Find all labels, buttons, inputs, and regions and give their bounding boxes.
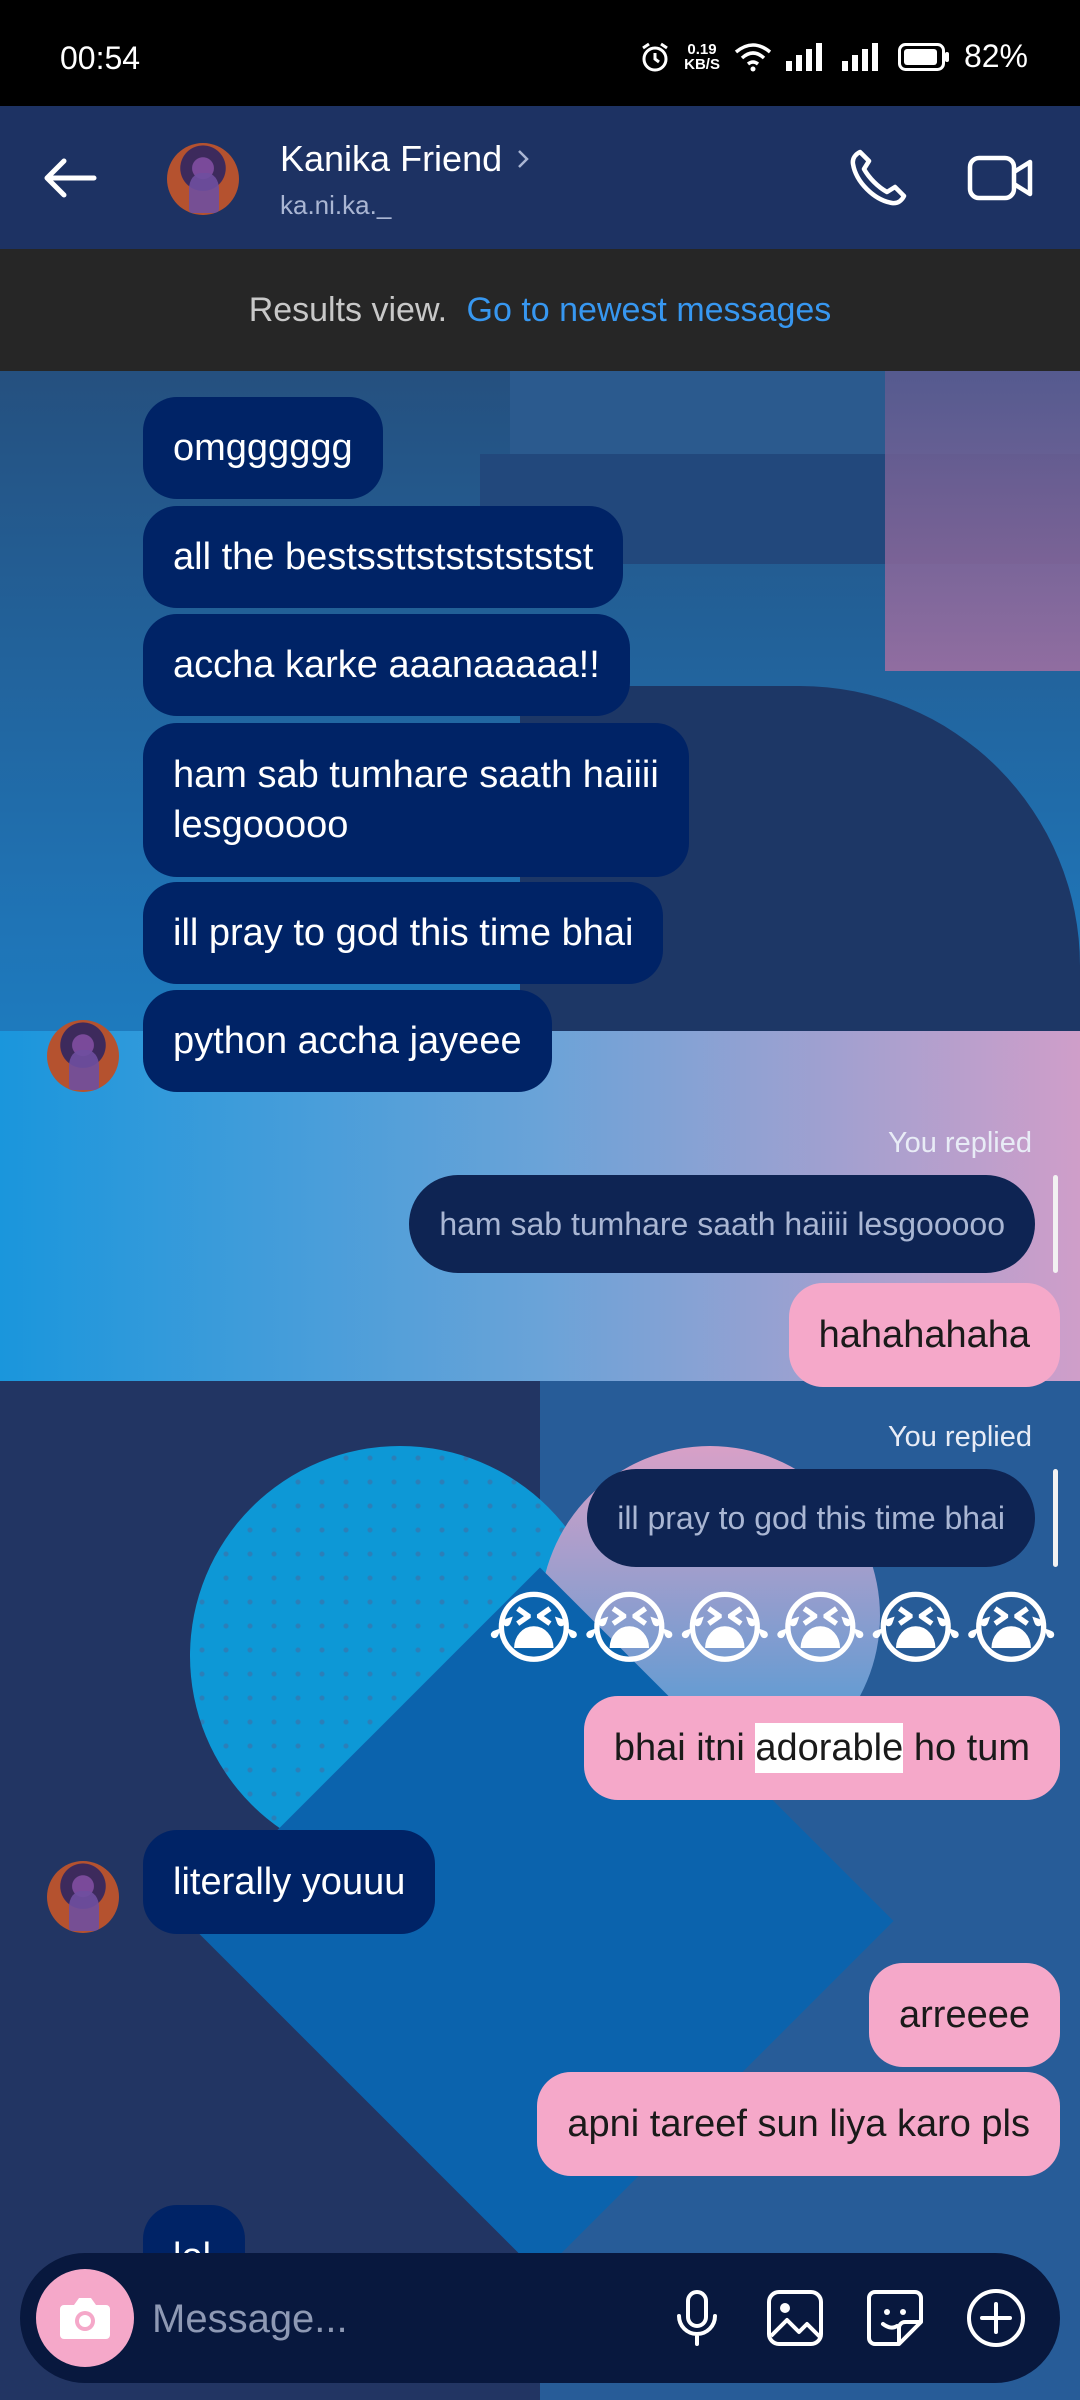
message-bubble-received[interactable]: omgggggg bbox=[143, 397, 383, 499]
message-text: python accha jayeee bbox=[173, 1020, 522, 1062]
message-text: ill pray to god this time bhai bbox=[173, 912, 634, 954]
message-text: arreeee bbox=[899, 1994, 1030, 2036]
bg-block bbox=[885, 371, 1080, 671]
message-bubble-sent[interactable]: hahahahaha bbox=[788, 1283, 1060, 1387]
message-text: literally youuu bbox=[173, 1861, 406, 1903]
message-text: omgggggg bbox=[173, 427, 353, 469]
message-text: ham sab tumhare saath haiiii bbox=[173, 754, 659, 796]
signal-icon-2 bbox=[841, 42, 878, 71]
results-view-label: Results view. bbox=[248, 291, 448, 329]
reply-indicator-bar bbox=[1053, 1175, 1058, 1273]
network-speed: 0.19 KB/S bbox=[684, 42, 720, 72]
contact-avatar[interactable] bbox=[167, 143, 239, 215]
signal-icon-1 bbox=[785, 42, 822, 71]
alarm-icon bbox=[642, 42, 668, 71]
message-text: hahahahaha bbox=[818, 1314, 1030, 1356]
camera-icon bbox=[60, 2298, 110, 2339]
you-replied-label: You replied bbox=[887, 1421, 1032, 1453]
network-speed-unit: KB/S bbox=[684, 55, 720, 73]
status-icons: 0.19 KB/S 82% bbox=[640, 38, 1028, 75]
message-input[interactable] bbox=[150, 2283, 654, 2355]
emoji-message[interactable]: 😭😭😭😭😭😭 bbox=[487, 1581, 1060, 1677]
go-to-newest-link[interactable]: Go to newest messages bbox=[467, 291, 832, 329]
you-replied-label: You replied bbox=[887, 1127, 1032, 1159]
message-text-line2: lesgooooo bbox=[173, 804, 349, 846]
highlighted-search-term: adorable bbox=[755, 1723, 904, 1773]
message-bubble-received[interactable]: ill pray to god this time bhai bbox=[143, 882, 664, 984]
battery-icon bbox=[897, 42, 949, 71]
message-composer bbox=[20, 2253, 1060, 2383]
message-bubble-sent[interactable]: apni tareef sun liya karo pls bbox=[537, 2072, 1060, 2176]
message-text: apni tareef sun liya karo pls bbox=[567, 2103, 1030, 2145]
video-call-icon[interactable] bbox=[966, 146, 1036, 210]
message-text: ho tum bbox=[903, 1727, 1030, 1769]
message-bubble-received[interactable]: all the bestssttstststststst bbox=[143, 506, 624, 608]
chevron-right-icon bbox=[518, 150, 529, 168]
battery-percent: 82% bbox=[963, 38, 1028, 74]
quoted-message[interactable]: ham sab tumhare saath haiiii lesgooooo bbox=[409, 1175, 1035, 1273]
message-bubble-sent[interactable]: arreeee bbox=[869, 1963, 1060, 2067]
chat-header: Kanika Friend ka.ni.ka._ bbox=[0, 106, 1080, 249]
message-text: bhai itni bbox=[613, 1727, 756, 1769]
quoted-message[interactable]: ill pray to god this time bhai bbox=[587, 1469, 1035, 1567]
sticker-icon[interactable] bbox=[863, 2286, 927, 2350]
add-plus-icon[interactable] bbox=[964, 2286, 1028, 2350]
message-bubble-received[interactable]: python accha jayeee bbox=[143, 990, 552, 1092]
microphone-icon[interactable] bbox=[665, 2286, 729, 2350]
message-bubble-received[interactable]: ham sab tumhare saath haiiii lesgooooo bbox=[143, 723, 689, 877]
back-arrow-icon[interactable] bbox=[38, 146, 102, 210]
gallery-icon[interactable] bbox=[763, 2286, 827, 2350]
message-text: all the bestssttstststststst bbox=[173, 536, 594, 578]
contact-name-text: Kanika Friend bbox=[280, 138, 503, 179]
camera-button[interactable] bbox=[36, 2269, 134, 2367]
status-time: 00:54 bbox=[60, 40, 141, 76]
message-bubble-received[interactable]: accha karke aaanaaaaa!! bbox=[143, 614, 630, 716]
contact-handle: ka.ni.ka._ bbox=[280, 190, 392, 220]
results-banner: Results view. Go to newest messages bbox=[0, 249, 1080, 371]
chat-area[interactable]: omgggggg all the bestssttstststststst ac… bbox=[0, 371, 1080, 2400]
message-text: accha karke aaanaaaaa!! bbox=[173, 644, 600, 686]
sender-avatar[interactable] bbox=[47, 1020, 119, 1092]
reply-indicator-bar bbox=[1053, 1469, 1058, 1567]
sender-avatar[interactable] bbox=[47, 1861, 119, 1933]
phone-call-icon[interactable] bbox=[846, 146, 910, 210]
status-bar: 00:54 0.19 KB/S 82% bbox=[0, 0, 1080, 106]
wifi-icon bbox=[734, 42, 772, 71]
network-speed-value: 0.19 bbox=[687, 40, 717, 58]
message-bubble-received[interactable]: literally youuu bbox=[143, 1830, 436, 1934]
message-bubble-sent[interactable]: bhai itni adorable ho tum bbox=[583, 1696, 1060, 1800]
contact-name[interactable]: Kanika Friend bbox=[280, 138, 530, 180]
